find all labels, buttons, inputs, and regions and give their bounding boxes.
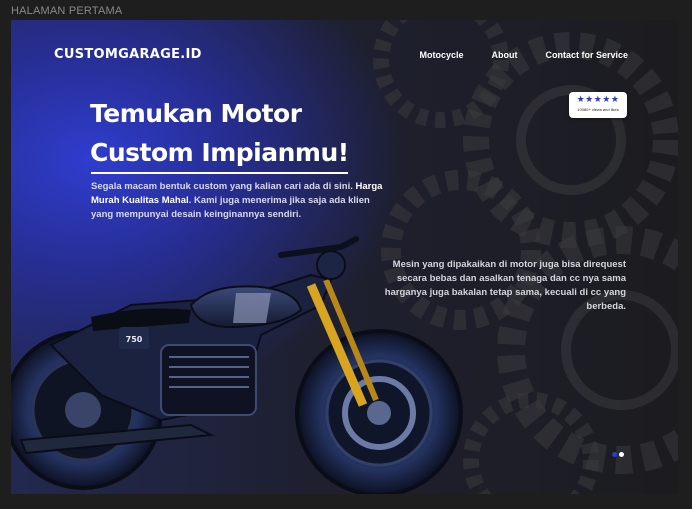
engine-block bbox=[160, 344, 257, 416]
carousel-dot-1[interactable] bbox=[612, 452, 617, 457]
star-rating-icon: ★★★★★ bbox=[576, 95, 620, 105]
rating-badge: ★★★★★ 10080+ views and likes bbox=[569, 92, 627, 118]
rating-caption: 10080+ views and likes bbox=[577, 107, 619, 112]
nav-link-motocycle[interactable]: Motocycle bbox=[419, 50, 463, 60]
title-underline bbox=[91, 172, 348, 174]
brand-logo[interactable]: CUSTOMGARAGE.ID bbox=[54, 47, 202, 62]
front-wheel bbox=[295, 329, 463, 494]
hero-desc-part1: Segala macam bentuk custom yang kalian c… bbox=[91, 181, 353, 192]
hero-description: Segala macam bentuk custom yang kalian c… bbox=[91, 180, 391, 222]
carousel-dot-2[interactable] bbox=[619, 452, 624, 457]
frame-label: HALAMAN PERTAMA bbox=[11, 5, 123, 17]
main-nav: Motocycle About Contact for Service bbox=[419, 50, 628, 60]
headlight bbox=[316, 250, 346, 280]
hero-title: Temukan Motor Custom Impianmu! bbox=[90, 94, 380, 172]
hero-title-line1: Temukan Motor bbox=[90, 99, 302, 128]
hero-title-line2: Custom Impianmu! bbox=[90, 138, 349, 167]
side-plate-number: 750 bbox=[126, 335, 143, 344]
landing-page-canvas: CUSTOMGARAGE.ID Motocycle About Contact … bbox=[11, 20, 678, 494]
nav-link-contact[interactable]: Contact for Service bbox=[545, 50, 628, 60]
handlebar bbox=[278, 236, 359, 258]
motorcycle-image: 750 bbox=[11, 236, 463, 494]
nav-link-about[interactable]: About bbox=[491, 50, 517, 60]
carousel-dots bbox=[612, 452, 624, 457]
